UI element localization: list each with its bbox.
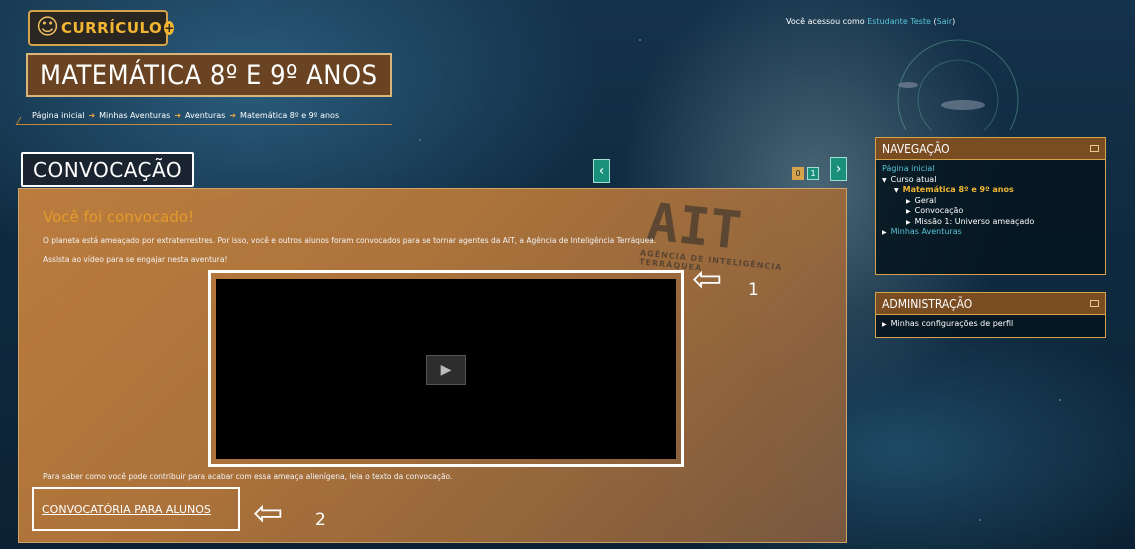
curriculo-logo[interactable]: ☺ CURRÍCULO + bbox=[28, 10, 175, 46]
collapse-icon[interactable] bbox=[1090, 145, 1099, 152]
prev-page-button[interactable]: ‹ bbox=[593, 159, 610, 183]
breadcrumb-home[interactable]: Página inicial bbox=[32, 111, 84, 120]
breadcrumb: Página inicial ➜ Minhas Aventuras ➜ Aven… bbox=[32, 111, 339, 120]
nav-item-missao1[interactable]: ▶ Missão 1: Universo ameaçado bbox=[882, 217, 1099, 228]
breadcrumb-minhas-aventuras[interactable]: Minhas Aventuras bbox=[99, 111, 170, 120]
triangle-down-icon: ▼ bbox=[894, 187, 899, 194]
logout-link[interactable]: Sair bbox=[937, 17, 953, 26]
navigation-list: Página inicial ▼ Curso atual ▼ Matemática … bbox=[876, 160, 1105, 242]
nav-item-label: Minhas Aventuras bbox=[890, 227, 962, 236]
convocatoria-link-box[interactable]: CONVOCATÓRIA PARA ALUNOS bbox=[32, 487, 240, 531]
nav-item-label: Convocação bbox=[914, 206, 964, 215]
play-icon: ▶ bbox=[440, 362, 452, 378]
reading-instruction: Para saber como você pode contribuir par… bbox=[43, 472, 453, 481]
administration-list: ▶ Minhas configurações de perfil bbox=[876, 315, 1105, 334]
spaceship-decoration bbox=[897, 39, 1019, 130]
user-name-link[interactable]: Estudante Teste bbox=[867, 17, 931, 26]
convocatoria-link[interactable]: CONVOCATÓRIA PARA ALUNOS bbox=[42, 503, 211, 516]
annotation-arrow-left-icon: ⇦ bbox=[253, 493, 284, 534]
video-player[interactable]: ▶ bbox=[216, 279, 676, 459]
section-title-text: CONVOCAÇÃO bbox=[33, 157, 183, 182]
logo-text: CURRÍCULO bbox=[60, 19, 163, 37]
video-highlight-box: ▶ bbox=[208, 270, 684, 467]
triangle-right-icon: ▶ bbox=[882, 321, 887, 328]
breadcrumb-current-course[interactable]: Matemática 8º e 9º anos bbox=[240, 111, 339, 120]
nav-item-label: Página inicial bbox=[882, 164, 935, 173]
next-page-button[interactable]: › bbox=[830, 157, 847, 181]
triangle-right-icon: ▶ bbox=[906, 208, 911, 215]
nav-item-course[interactable]: ▼ Matemática 8º e 9º anos bbox=[882, 185, 1099, 196]
navigation-header: NAVEGAÇÃO bbox=[876, 138, 1105, 160]
course-title-text: MATEMÁTICA 8º E 9º ANOS bbox=[40, 59, 378, 91]
breadcrumb-aventuras[interactable]: Aventuras bbox=[185, 111, 225, 120]
user-info-prefix: Você acessou como bbox=[786, 17, 868, 26]
plus-icon: + bbox=[164, 21, 175, 35]
intro-paragraph: O planeta está ameaçado por extraterrest… bbox=[43, 236, 657, 245]
annotation-arrow-left-icon: ⇦ bbox=[692, 259, 723, 300]
nav-item-label: Geral bbox=[914, 195, 937, 205]
course-title: MATEMÁTICA 8º E 9º ANOS bbox=[26, 53, 392, 97]
nav-item-label: Missão 1: Universo ameaçado bbox=[914, 216, 1035, 226]
administration-title: ADMINISTRAÇÃO bbox=[882, 296, 973, 311]
navigation-block: NAVEGAÇÃO Página inicial ▼ Curso atual ▼ M… bbox=[875, 137, 1106, 275]
page-indicator-0[interactable]: 0 bbox=[792, 167, 804, 180]
annotation-label-2: 2 bbox=[315, 510, 326, 530]
nav-item-geral[interactable]: ▶ Geral bbox=[882, 196, 1099, 207]
astronaut-icon: ☺ bbox=[36, 15, 59, 40]
admin-item-label: Minhas configurações de perfil bbox=[890, 319, 1014, 328]
nav-item-minhas-aventuras[interactable]: ▶ Minhas Aventuras bbox=[882, 227, 1099, 238]
nav-item-label: Curso atual bbox=[890, 174, 937, 184]
user-info: Você acessou como Estudante Teste (Sair) bbox=[786, 17, 956, 26]
chevron-right-icon: › bbox=[835, 161, 842, 177]
nav-item-home[interactable]: Página inicial bbox=[882, 164, 1099, 175]
breadcrumb-separator-icon: ➜ bbox=[88, 111, 96, 120]
nav-item-current-course[interactable]: ▼ Curso atual bbox=[882, 175, 1099, 186]
triangle-right-icon: ▶ bbox=[882, 229, 887, 236]
chevron-left-icon: ‹ bbox=[598, 163, 605, 179]
annotation-label-1: 1 bbox=[748, 280, 759, 300]
breadcrumb-separator-icon: ➜ bbox=[229, 111, 237, 120]
nav-item-label: Matemática 8º e 9º anos bbox=[902, 185, 1014, 194]
nav-item-convocacao[interactable]: ▶ Convocação bbox=[882, 206, 1099, 217]
section-title: CONVOCAÇÃO bbox=[21, 152, 195, 187]
convocation-heading: Você foi convocado! bbox=[43, 208, 195, 226]
admin-item-profile-settings[interactable]: ▶ Minhas configurações de perfil bbox=[882, 319, 1099, 330]
triangle-down-icon: ▼ bbox=[882, 176, 887, 184]
breadcrumb-separator-icon: ➜ bbox=[174, 111, 182, 120]
navigation-title: NAVEGAÇÃO bbox=[882, 141, 950, 156]
page-indicator-1[interactable]: 1 bbox=[807, 167, 819, 180]
play-button[interactable]: ▶ bbox=[426, 355, 466, 385]
administration-header: ADMINISTRAÇÃO bbox=[876, 293, 1105, 315]
collapse-icon[interactable] bbox=[1090, 300, 1099, 307]
administration-block: ADMINISTRAÇÃO ▶ Minhas configurações de p… bbox=[875, 292, 1106, 338]
video-instruction: Assista ao vídeo para se engajar nesta a… bbox=[43, 255, 228, 264]
breadcrumb-underline bbox=[22, 124, 392, 125]
